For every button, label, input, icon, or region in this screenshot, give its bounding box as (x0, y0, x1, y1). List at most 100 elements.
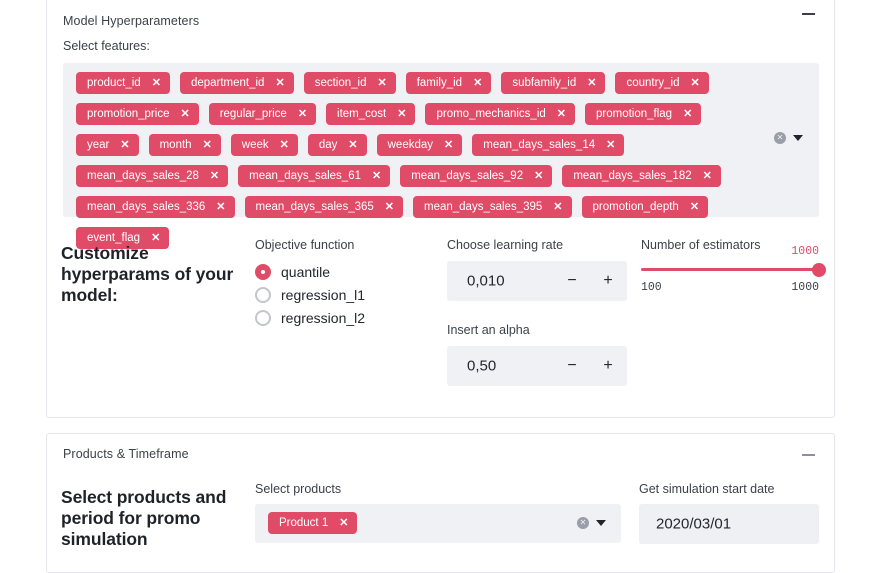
feature-chip[interactable]: regular_price ✕ (208, 103, 317, 125)
remove-icon[interactable]: ✕ (444, 139, 453, 151)
feature-chip-label: day (318, 139, 338, 151)
feature-chip[interactable]: mean_days_sales_28 ✕ (76, 165, 229, 187)
feature-chip-label: promotion_flag (596, 108, 673, 120)
radio-indicator-regression-l2[interactable] (255, 310, 271, 326)
simulation-start-date-field[interactable]: 2020/03/01 (639, 504, 819, 544)
select-features-multiselect[interactable]: product_id ✕ department_id ✕ section_id ✕ fami… (63, 63, 819, 249)
feature-chip[interactable]: mean_days_sales_14 ✕ (472, 134, 625, 156)
minus-icon[interactable] (802, 7, 816, 21)
feature-chip[interactable]: weekday ✕ (376, 134, 463, 156)
alpha-decrement-button[interactable]: − (562, 356, 582, 376)
remove-icon[interactable]: ✕ (180, 108, 189, 120)
feature-chip[interactable]: mean_days_sales_92 ✕ (400, 165, 553, 187)
remove-icon[interactable]: ✕ (377, 77, 386, 89)
feature-chip[interactable]: product_id ✕ (76, 72, 170, 94)
remove-icon[interactable]: ✕ (372, 170, 381, 182)
chevron-down-icon[interactable] (793, 135, 803, 141)
radio-label-quantile: quantile (281, 264, 331, 280)
select-products-label: Select products (255, 482, 342, 496)
feature-chip[interactable]: subfamily_id ✕ (501, 72, 606, 94)
remove-icon[interactable]: ✕ (587, 77, 596, 89)
estimators-min-label: 100 (641, 281, 662, 294)
alpha-increment-button[interactable]: + (598, 356, 618, 376)
feature-chip[interactable]: family_id ✕ (405, 72, 492, 94)
remove-icon[interactable]: ✕ (606, 139, 615, 151)
remove-icon[interactable]: ✕ (703, 170, 712, 182)
radio-indicator-quantile[interactable] (255, 264, 271, 280)
remove-icon[interactable]: ✕ (553, 201, 562, 213)
radio-option-regression-l2[interactable]: regression_l2 (255, 310, 365, 326)
radio-label-regression-l2: regression_l2 (281, 310, 366, 326)
feature-chip[interactable]: mean_days_sales_365 ✕ (244, 196, 403, 218)
remove-icon[interactable]: ✕ (691, 77, 700, 89)
estimators-slider-fill (641, 268, 819, 271)
select-products-multiselect[interactable]: Product 1 ✕ ✕ (255, 504, 621, 543)
remove-icon[interactable]: ✕ (557, 108, 566, 120)
estimators-slider[interactable]: 1000 100 1000 (641, 245, 826, 297)
feature-chip-label: mean_days_sales_336 (87, 201, 206, 213)
alpha-value[interactable]: 0,50 (467, 358, 496, 375)
remove-icon[interactable]: ✕ (348, 139, 357, 151)
remove-icon[interactable]: ✕ (152, 77, 161, 89)
learning-rate-label: Choose learning rate (447, 238, 564, 252)
feature-chip[interactable]: year ✕ (76, 134, 139, 156)
simulation-start-date-value[interactable]: 2020/03/01 (656, 516, 731, 533)
product-chip[interactable]: Product 1 ✕ (268, 512, 358, 534)
minus-icon[interactable] (802, 448, 816, 462)
chevron-down-icon[interactable] (596, 520, 606, 526)
feature-chip[interactable]: promotion_flag ✕ (585, 103, 702, 125)
feature-chip[interactable]: item_cost ✕ (326, 103, 416, 125)
feature-chip[interactable]: promo_mechanics_id ✕ (425, 103, 575, 125)
remove-icon[interactable]: ✕ (473, 77, 482, 89)
feature-chip-label: mean_days_sales_28 (87, 170, 199, 182)
select-features-label: Select features: (63, 39, 150, 53)
estimators-max-label: 1000 (791, 281, 819, 294)
feature-chip-label: weekday (387, 139, 434, 151)
remove-icon[interactable]: ✕ (151, 232, 160, 244)
remove-icon[interactable]: ✕ (210, 170, 219, 182)
feature-chip[interactable]: promotion_depth ✕ (581, 196, 709, 218)
feature-chip-label: promotion_depth (592, 201, 679, 213)
remove-icon[interactable]: ✕ (298, 108, 307, 120)
remove-icon[interactable]: ✕ (216, 201, 225, 213)
learning-rate-increment-button[interactable]: + (598, 271, 618, 291)
feature-chip[interactable]: mean_days_sales_336 ✕ (76, 196, 235, 218)
feature-chip[interactable]: day ✕ (307, 134, 367, 156)
feature-chip[interactable]: week ✕ (230, 134, 298, 156)
feature-chip[interactable]: mean_days_sales_395 ✕ (413, 196, 572, 218)
clear-icon[interactable]: ✕ (774, 132, 786, 144)
remove-icon[interactable]: ✕ (397, 108, 406, 120)
radio-option-regression-l1[interactable]: regression_l1 (255, 287, 365, 303)
remove-icon[interactable]: ✕ (534, 170, 543, 182)
remove-icon[interactable]: ✕ (385, 201, 394, 213)
feature-chip[interactable]: country_id ✕ (615, 72, 709, 94)
clear-icon[interactable]: ✕ (577, 517, 589, 529)
feature-chip-label: subfamily_id (512, 77, 577, 89)
feature-chip[interactable]: mean_days_sales_61 ✕ (238, 165, 391, 187)
remove-icon[interactable]: ✕ (275, 77, 284, 89)
feature-chip[interactable]: mean_days_sales_182 ✕ (562, 165, 721, 187)
estimators-slider-track[interactable] (641, 262, 826, 277)
remove-icon[interactable]: ✕ (683, 108, 692, 120)
feature-chip-label: mean_days_sales_365 (255, 201, 374, 213)
feature-chip-list: product_id ✕ department_id ✕ section_id ✕ fami… (76, 72, 761, 249)
feature-chip[interactable]: promotion_price ✕ (76, 103, 199, 125)
learning-rate-decrement-button[interactable]: − (562, 271, 582, 291)
remove-icon[interactable]: ✕ (339, 517, 348, 529)
radio-indicator-regression-l1[interactable] (255, 287, 271, 303)
feature-chip-label: item_cost (337, 108, 387, 120)
feature-chip-label: product_id (87, 77, 141, 89)
feature-chip[interactable]: month ✕ (148, 134, 221, 156)
alpha-stepper[interactable]: 0,50 − + (447, 346, 627, 386)
learning-rate-stepper[interactable]: 0,010 − + (447, 261, 627, 301)
feature-chip[interactable]: section_id ✕ (303, 72, 396, 94)
remove-icon[interactable]: ✕ (280, 139, 289, 151)
radio-option-quantile[interactable]: quantile (255, 264, 330, 280)
remove-icon[interactable]: ✕ (120, 139, 129, 151)
estimators-value: 1000 (791, 245, 819, 258)
remove-icon[interactable]: ✕ (690, 201, 699, 213)
remove-icon[interactable]: ✕ (203, 139, 212, 151)
feature-chip[interactable]: department_id ✕ (179, 72, 294, 94)
learning-rate-value[interactable]: 0,010 (467, 273, 505, 290)
estimators-slider-thumb[interactable] (812, 262, 826, 277)
